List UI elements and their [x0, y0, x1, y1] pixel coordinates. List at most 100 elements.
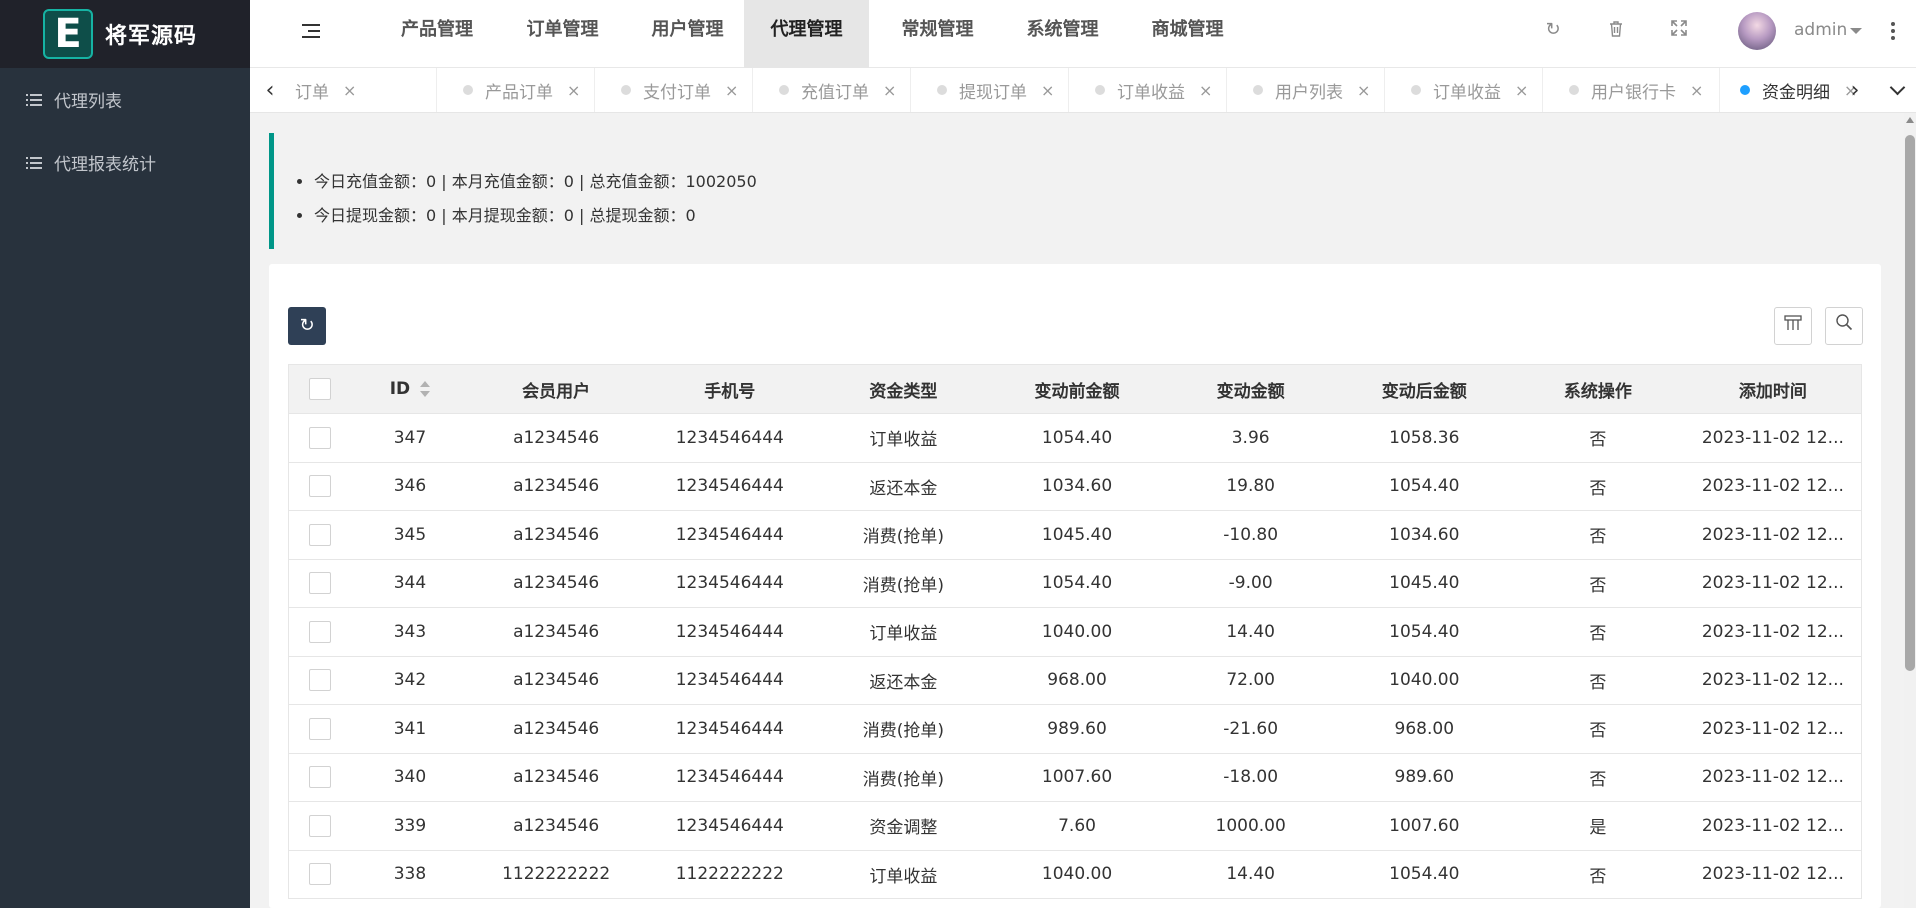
nav-mall-management[interactable]: 商城管理	[1125, 0, 1250, 68]
top-header: 产品管理 订单管理 用户管理 代理管理 常规管理 系统管理 商城管理 ↻ adm…	[250, 0, 1916, 68]
tab-dot-icon	[621, 85, 631, 95]
cell-system-op: 否	[1511, 510, 1685, 560]
nav-order-management[interactable]: 订单管理	[500, 0, 625, 68]
cell-after-amount: 1034.60	[1337, 510, 1512, 560]
table-refresh-button[interactable]: ↻	[288, 307, 326, 345]
logo-icon: E	[43, 9, 93, 59]
tab-scroll-left-icon[interactable]: ‹	[250, 68, 290, 112]
cell-created-at: 2023-11-02 12...	[1684, 704, 1862, 754]
list-icon	[26, 156, 42, 169]
row-checkbox-cell	[288, 704, 351, 754]
cell-id: 338	[350, 850, 470, 899]
column-header-phone: 手机号	[642, 364, 817, 414]
select-all-checkbox[interactable]	[308, 378, 331, 400]
table-row[interactable]: 338 1122222222 1122222222 订单收益 1040.00 14.40 1…	[288, 850, 1862, 899]
row-checkbox[interactable]	[308, 814, 331, 837]
cell-fund-type: 返还本金	[816, 656, 991, 705]
avatar[interactable]	[1738, 12, 1776, 50]
sort-icon[interactable]	[420, 381, 431, 397]
close-icon[interactable]: ×	[567, 81, 580, 100]
nav-system-management[interactable]: 系统管理	[1000, 0, 1125, 68]
tab-label: 订单收益	[1117, 82, 1185, 103]
table-row[interactable]: 339 a1234546 1234546444 资金调整 7.60 1000.00 1007…	[288, 801, 1862, 851]
table-row[interactable]: 342 a1234546 1234546444 返还本金 968.00 72.00 1040…	[288, 656, 1862, 705]
cell-after-amount: 989.60	[1337, 753, 1512, 802]
table-row[interactable]: 340 a1234546 1234546444 消费(抢单) 1007.60 -18.00…	[288, 753, 1862, 802]
tab-label: 订单收益	[1433, 82, 1501, 103]
cell-system-op: 否	[1511, 656, 1685, 705]
row-checkbox[interactable]	[308, 426, 331, 449]
chevron-down-icon[interactable]	[1850, 28, 1862, 34]
search-button[interactable]	[1825, 307, 1863, 345]
tab-label: 充值订单	[801, 82, 869, 103]
nav-product-management[interactable]: 产品管理	[374, 0, 500, 68]
cell-member: a1234546	[469, 656, 643, 705]
column-header-system-op: 系统操作	[1511, 364, 1685, 414]
table-row[interactable]: 345 a1234546 1234546444 消费(抢单) 1045.40 -10.80…	[288, 510, 1862, 560]
refresh-icon[interactable]: ↻	[1543, 20, 1563, 40]
column-header-id[interactable]: ID	[350, 364, 470, 414]
cell-id: 343	[350, 607, 470, 657]
table-row[interactable]: 343 a1234546 1234546444 订单收益 1040.00 14.40 105…	[288, 607, 1862, 657]
column-header-fund-type: 资金类型	[816, 364, 991, 414]
tab-withdraw-orders[interactable]: 提现订单 ×	[911, 68, 1069, 112]
close-icon[interactable]: ×	[1515, 81, 1528, 100]
column-filter-button[interactable]	[1774, 307, 1812, 345]
sidebar-item-agent-list[interactable]: 代理列表	[0, 68, 250, 131]
table-row[interactable]: 347 a1234546 1234546444 订单收益 1054.40 3.96 1058…	[288, 413, 1862, 463]
close-icon[interactable]: ×	[725, 81, 738, 100]
tab-product-orders[interactable]: 产品订单 ×	[437, 68, 595, 112]
table-row[interactable]: 344 a1234546 1234546444 消费(抢单) 1054.40 -9.00 1…	[288, 559, 1862, 608]
user-name[interactable]: admin	[1794, 20, 1847, 40]
scroll-up-arrow-icon[interactable]	[1906, 117, 1914, 123]
tab-order[interactable]: 订单 ×	[295, 68, 437, 112]
cell-id: 341	[350, 704, 470, 754]
close-icon[interactable]: ×	[1199, 81, 1212, 100]
nav-agent-management[interactable]: 代理管理	[744, 0, 869, 68]
cell-created-at: 2023-11-02 12...	[1684, 753, 1862, 802]
close-icon[interactable]: ×	[883, 81, 896, 100]
cell-phone: 1234546444	[642, 462, 817, 511]
cell-change-amount: -10.80	[1163, 510, 1338, 560]
close-icon[interactable]: ×	[343, 81, 356, 100]
close-icon[interactable]: ×	[1041, 81, 1054, 100]
cell-after-amount: 1054.40	[1337, 607, 1512, 657]
sidebar-item-agent-report[interactable]: 代理报表统计	[0, 131, 250, 194]
row-checkbox[interactable]	[308, 620, 331, 643]
nav-user-management[interactable]: 用户管理	[625, 0, 750, 68]
tab-scroll-right-icon[interactable]: ›	[1835, 68, 1875, 112]
brand-logo[interactable]: E 将军源码	[0, 0, 250, 68]
row-checkbox-cell	[288, 850, 351, 899]
cell-before-amount: 1040.00	[990, 607, 1164, 657]
trash-icon[interactable]	[1606, 20, 1626, 40]
cell-fund-type: 订单收益	[816, 607, 991, 657]
tab-recharge-orders[interactable]: 充值订单 ×	[753, 68, 911, 112]
column-header-created-at: 添加时间	[1684, 364, 1862, 414]
table-row[interactable]: 341 a1234546 1234546444 消费(抢单) 989.60 -21.60 9…	[288, 704, 1862, 754]
row-checkbox[interactable]	[308, 572, 331, 595]
scrollbar-thumb[interactable]	[1905, 135, 1915, 671]
menu-toggle-icon[interactable]	[302, 24, 320, 38]
table-row[interactable]: 346 a1234546 1234546444 返还本金 1034.60 19.80 105…	[288, 462, 1862, 511]
tab-user-bank-card[interactable]: 用户银行卡 ×	[1543, 68, 1720, 112]
row-checkbox[interactable]	[308, 475, 331, 498]
row-checkbox[interactable]	[308, 717, 331, 740]
row-checkbox[interactable]	[308, 863, 331, 886]
close-icon[interactable]: ×	[1357, 81, 1370, 100]
logo-letter: E	[54, 11, 82, 57]
row-checkbox[interactable]	[308, 669, 331, 692]
row-checkbox-cell	[288, 462, 351, 511]
tab-order-earnings[interactable]: 订单收益 ×	[1069, 68, 1227, 112]
nav-general-management[interactable]: 常规管理	[875, 0, 1000, 68]
tabs-menu-chevron-down-icon[interactable]	[1878, 68, 1916, 112]
fullscreen-icon[interactable]	[1669, 20, 1689, 40]
more-vertical-icon[interactable]	[1891, 22, 1895, 40]
cell-after-amount: 1040.00	[1337, 656, 1512, 705]
close-icon[interactable]: ×	[1690, 81, 1703, 100]
row-checkbox[interactable]	[308, 523, 331, 546]
row-checkbox[interactable]	[308, 766, 331, 789]
tab-user-list[interactable]: 用户列表 ×	[1227, 68, 1385, 112]
tab-payment-orders[interactable]: 支付订单 ×	[595, 68, 753, 112]
page-scrollbar[interactable]	[1904, 113, 1916, 908]
tab-order-earnings-2[interactable]: 订单收益 ×	[1385, 68, 1543, 112]
